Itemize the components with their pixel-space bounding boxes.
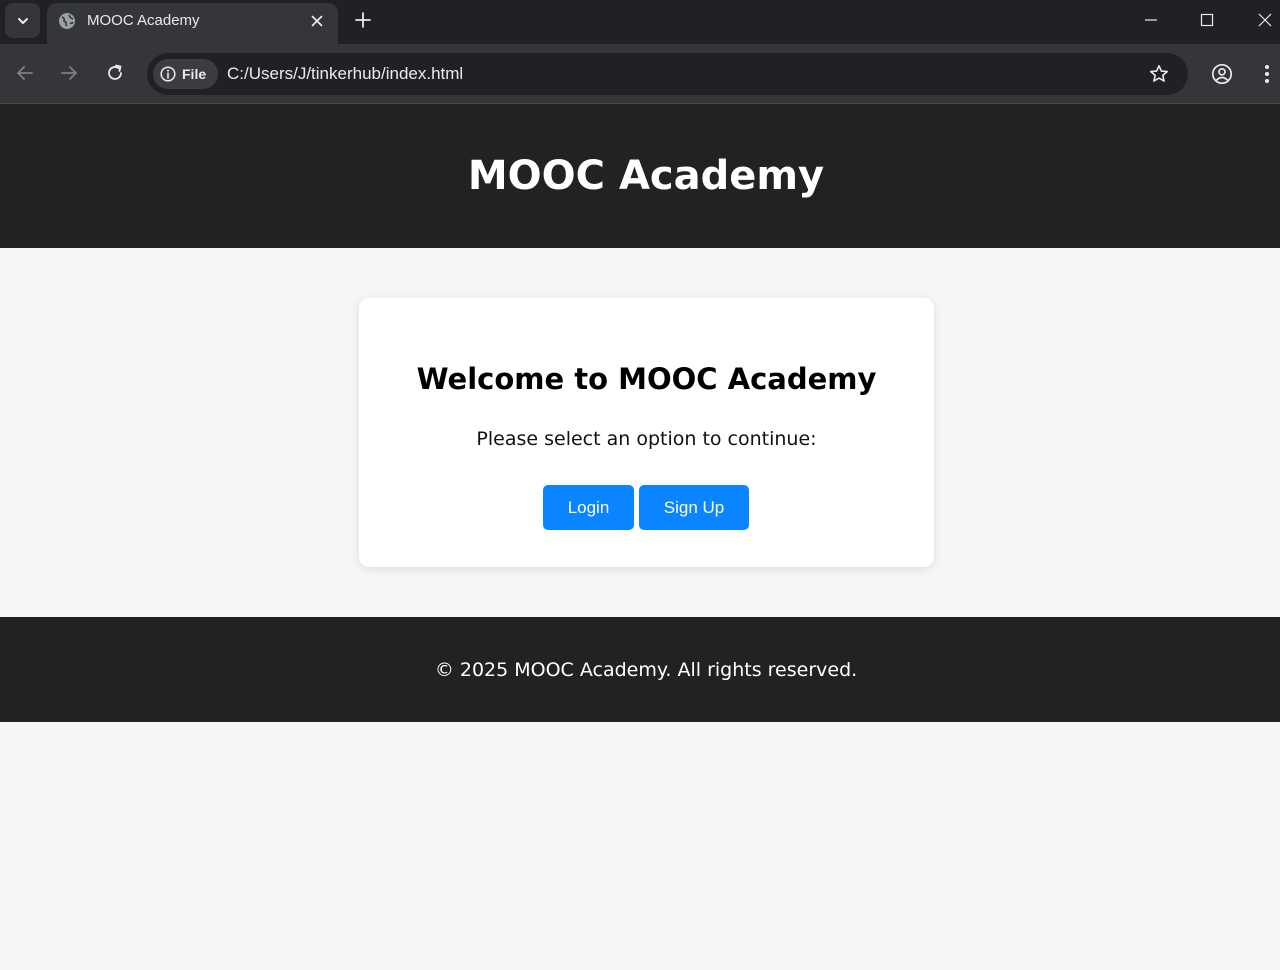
signup-button[interactable]: Sign Up: [639, 485, 749, 530]
browser-tab-strip: MOOC Academy: [0, 0, 1280, 44]
tab-search-icon: [17, 17, 28, 24]
browser-tab[interactable]: MOOC Academy: [47, 3, 338, 44]
site-title: MOOC Academy: [467, 153, 825, 199]
tab-title: MOOC Academy: [87, 12, 200, 29]
welcome-card: Welcome to MOOC Academy Please select an…: [359, 298, 934, 567]
site-header: MOOC Academy: [0, 104, 1280, 248]
reload-button[interactable]: [104, 62, 126, 84]
url-text[interactable]: C:/Users/J/tinkerhub/index.html: [227, 64, 463, 84]
globe-icon: [59, 13, 75, 29]
tab-close-button[interactable]: [308, 12, 326, 30]
minimize-icon: [1145, 19, 1157, 21]
profile-icon: [1211, 63, 1233, 85]
site-footer: © 2025 MOOC Academy. All rights reserved…: [0, 617, 1280, 722]
footer-copyright: © 2025 MOOC Academy. All rights reserved…: [434, 658, 858, 681]
new-tab-button[interactable]: [352, 9, 374, 31]
bookmark-button[interactable]: [1148, 63, 1170, 85]
login-button[interactable]: Login: [543, 485, 634, 530]
welcome-heading: Welcome to MOOC Academy: [416, 362, 877, 396]
profile-button[interactable]: [1210, 62, 1234, 86]
browser-toolbar: File C:/Users/J/tinkerhub/index.html: [0, 44, 1280, 104]
plus-icon: [355, 12, 371, 28]
welcome-prompt: Please select an option to continue:: [476, 428, 817, 450]
kebab-menu-icon: [1265, 65, 1269, 83]
back-arrow-icon: [17, 66, 33, 80]
address-bar[interactable]: File C:/Users/J/tinkerhub/index.html: [147, 53, 1188, 95]
site-info-chip[interactable]: File: [153, 59, 218, 89]
forward-arrow-icon: [61, 66, 77, 80]
window-close-icon: [1258, 13, 1272, 27]
star-icon: [1150, 65, 1168, 82]
info-icon: [160, 66, 176, 82]
tab-search-button[interactable]: [5, 3, 40, 38]
forward-button[interactable]: [58, 62, 80, 84]
minimize-button[interactable]: [1141, 10, 1161, 30]
maximize-button[interactable]: [1197, 10, 1217, 30]
reload-icon: [108, 64, 122, 80]
window-close-button[interactable]: [1255, 10, 1275, 30]
close-icon: [311, 15, 323, 27]
browser-menu-button[interactable]: [1255, 62, 1279, 86]
back-button[interactable]: [14, 62, 36, 84]
maximize-icon: [1200, 13, 1214, 27]
site-chip-label: File: [182, 66, 207, 82]
